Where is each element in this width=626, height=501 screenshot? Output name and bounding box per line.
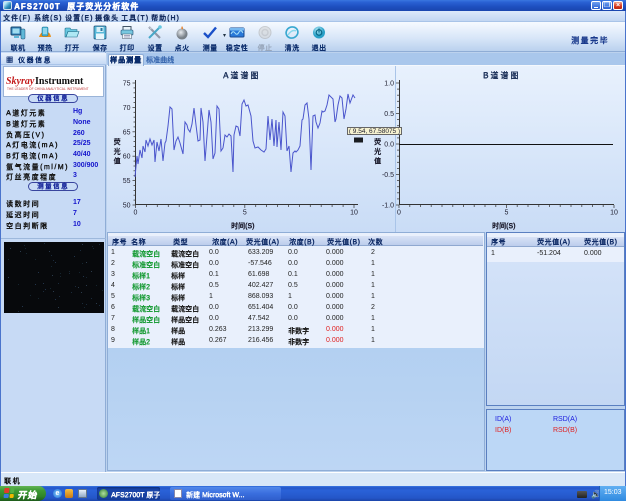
svg-text:1.0: 1.0 bbox=[384, 81, 394, 88]
svg-text:50: 50 bbox=[123, 203, 131, 210]
svg-text:-0.5: -0.5 bbox=[382, 172, 394, 179]
svg-text:5: 5 bbox=[243, 210, 247, 217]
svg-text:65: 65 bbox=[123, 129, 131, 136]
svg-text:0: 0 bbox=[134, 210, 138, 217]
svg-text:-1.0: -1.0 bbox=[382, 203, 394, 210]
svg-text:60: 60 bbox=[123, 154, 131, 161]
svg-text:0.0: 0.0 bbox=[384, 142, 394, 149]
svg-text:10: 10 bbox=[350, 210, 358, 217]
svg-text:55: 55 bbox=[123, 178, 131, 185]
svg-text:5: 5 bbox=[505, 210, 509, 217]
svg-text:70: 70 bbox=[123, 105, 131, 112]
svg-text:10: 10 bbox=[610, 210, 618, 217]
svg-text:0.5: 0.5 bbox=[384, 111, 394, 118]
svg-text:75: 75 bbox=[123, 81, 131, 88]
svg-text:0: 0 bbox=[397, 210, 401, 217]
